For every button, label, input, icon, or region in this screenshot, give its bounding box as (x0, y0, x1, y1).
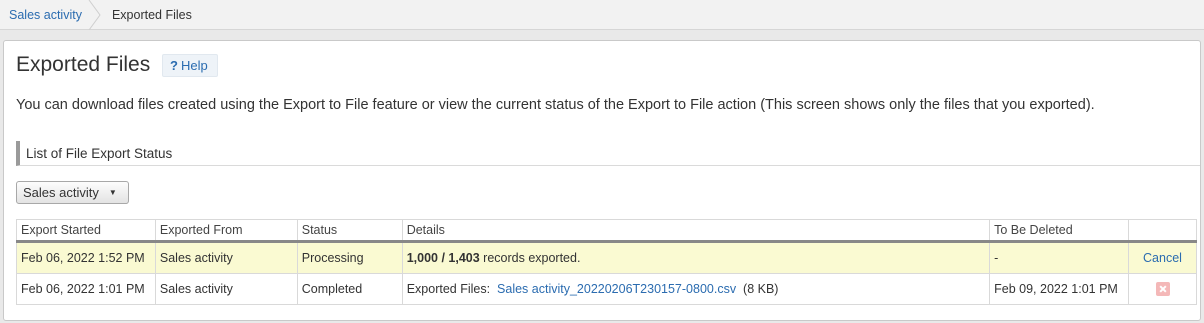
cancel-link[interactable]: Cancel (1133, 251, 1192, 265)
status-badge: Completed (296, 273, 403, 305)
column-header-to-be-deleted: To Be Deleted (989, 219, 1129, 243)
file-download-link[interactable]: Sales activity_20220206T230157-0800.csv (497, 282, 736, 296)
records-count: 1,000 / 1,403 (406, 251, 480, 265)
cell-export-started: Feb 06, 2022 1:01 PM (16, 273, 156, 305)
table-row: Feb 06, 2022 1:52 PM Sales activity Proc… (16, 241, 1197, 274)
page-title: Exported Files (16, 53, 151, 76)
breadcrumb: Sales activity Exported Files (0, 0, 1204, 30)
column-header-exported-from: Exported From (154, 219, 298, 243)
cell-details: 1,000 / 1,403 records exported. (401, 241, 991, 274)
cell-exported-from: Sales activity (154, 273, 298, 305)
question-icon: ? (170, 58, 178, 73)
cell-details: Exported Files: Sales activity_20220206T… (401, 273, 991, 305)
filter-selected-value: Sales activity (23, 185, 99, 200)
help-button[interactable]: ? Help (162, 54, 218, 77)
table-row: Feb 06, 2022 1:01 PM Sales activity Comp… (16, 273, 1197, 305)
cell-action (1128, 273, 1197, 305)
details-suffix: records exported. (479, 251, 581, 265)
file-size: (8 KB) (743, 282, 779, 296)
column-header-action (1128, 219, 1197, 243)
page-description: You can download files created using the… (16, 97, 1095, 113)
section-header: List of File Export Status (16, 141, 1200, 166)
breadcrumb-current: Exported Files (111, 7, 192, 22)
chevron-down-icon: ▼ (108, 188, 117, 197)
cell-exported-from: Sales activity (154, 241, 298, 274)
status-badge: Processing (296, 241, 403, 274)
cell-to-be-deleted: Feb 09, 2022 1:01 PM (989, 273, 1129, 305)
app-filter-dropdown[interactable]: Sales activity ▼ (16, 181, 129, 204)
details-prefix: Exported Files: (406, 282, 491, 296)
cell-to-be-deleted: - (989, 241, 1129, 274)
delete-icon[interactable] (1155, 282, 1170, 296)
export-status-table: Export Started Exported From Status Deta… (16, 219, 1197, 305)
breadcrumb-sales-activity[interactable]: Sales activity (0, 0, 94, 29)
column-header-status: Status (296, 219, 403, 243)
column-header-export-started: Export Started (16, 219, 156, 243)
help-label: Help (180, 58, 208, 73)
cell-export-started: Feb 06, 2022 1:52 PM (16, 241, 156, 274)
table-header-row: Export Started Exported From Status Deta… (16, 219, 1197, 243)
cell-action: Cancel (1128, 241, 1197, 274)
column-header-details: Details (401, 219, 991, 243)
main-panel: Exported Files ? Help You can download f… (3, 40, 1201, 321)
